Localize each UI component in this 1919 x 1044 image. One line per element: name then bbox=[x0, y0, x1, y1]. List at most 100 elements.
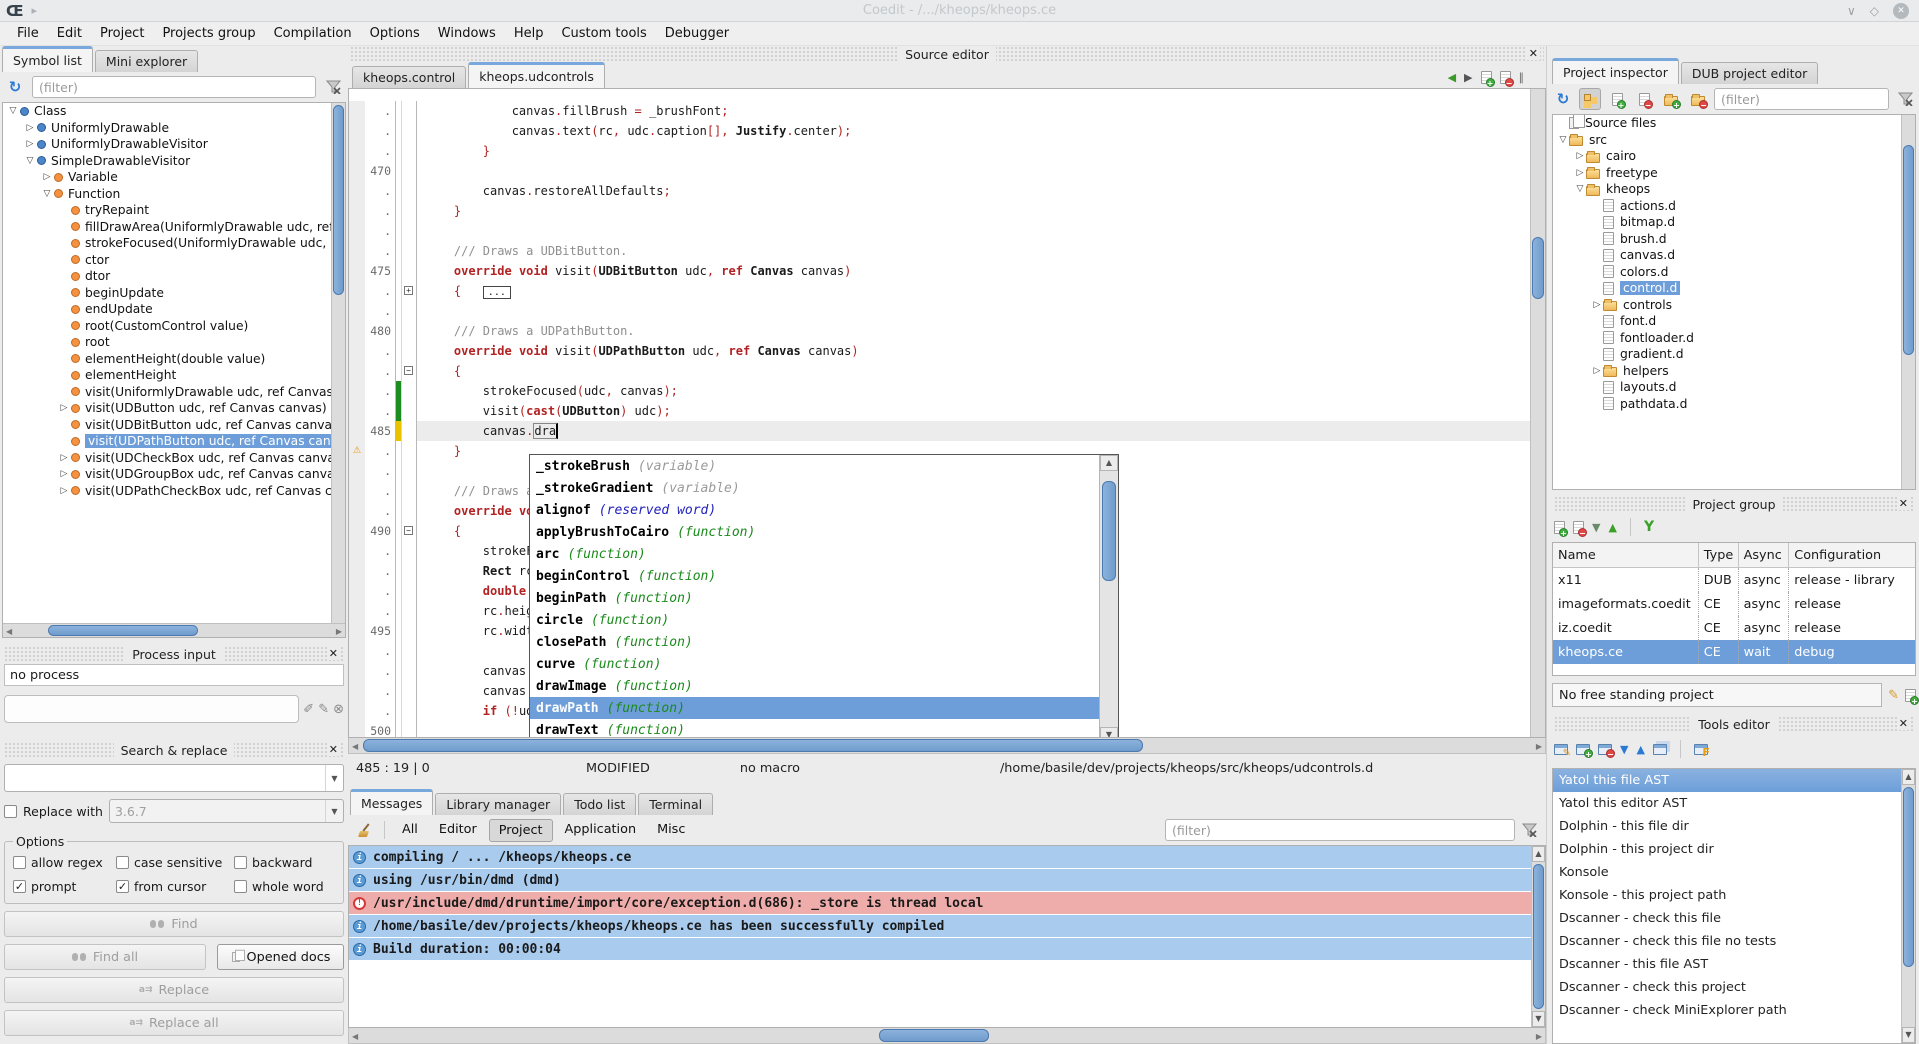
file-tree-row[interactable]: canvas.d bbox=[1553, 247, 1915, 264]
collapse-icon[interactable]: ▽ bbox=[1557, 135, 1569, 145]
search-input[interactable] bbox=[5, 765, 325, 791]
file-tree-row[interactable]: ▽src bbox=[1553, 132, 1915, 149]
completion-item[interactable]: applyBrushToCairo(function) bbox=[530, 521, 1099, 543]
symbol-tree-hscrollbar[interactable]: ◀▶ bbox=[3, 623, 345, 637]
replace-button[interactable]: a⇉Replace bbox=[4, 977, 344, 1003]
go-back-icon[interactable]: ◀ bbox=[1448, 71, 1456, 84]
symbol-tree-row[interactable]: elementHeight(double value) bbox=[3, 351, 345, 368]
clear-messages-filter-button[interactable] bbox=[1518, 819, 1540, 841]
project-filter-input[interactable] bbox=[1714, 88, 1889, 110]
symbol-filter-input[interactable] bbox=[32, 76, 316, 98]
option-backward[interactable]: backward bbox=[234, 855, 335, 870]
menu-windows[interactable]: Windows bbox=[429, 23, 505, 44]
expand-icon[interactable]: ▷ bbox=[24, 123, 36, 133]
symbol-tree-row[interactable]: fillDrawArea(UniformlyDrawable udc, ref … bbox=[3, 219, 345, 236]
checkbox-case-sensitive[interactable] bbox=[116, 856, 129, 869]
symbol-tree-row[interactable]: endUpdate bbox=[3, 301, 345, 318]
replace-input[interactable] bbox=[110, 800, 325, 822]
close-search-panel-icon[interactable]: ✕ bbox=[327, 743, 340, 756]
menu-compilation[interactable]: Compilation bbox=[265, 23, 361, 44]
move-tool-up-icon[interactable]: ▲ bbox=[1636, 743, 1644, 756]
file-tree-row[interactable]: ▽kheops bbox=[1553, 181, 1915, 198]
filter-project[interactable]: Project bbox=[489, 819, 553, 842]
move-tool-down-icon[interactable]: ▼ bbox=[1620, 743, 1628, 756]
maximize-icon[interactable]: ◇ bbox=[1870, 4, 1879, 18]
new-document-icon[interactable]: + bbox=[1481, 71, 1492, 84]
collapse-icon[interactable]: ▽ bbox=[24, 156, 36, 166]
menu-project[interactable]: Project bbox=[91, 23, 153, 44]
tool-item[interactable]: Konsole - this project path bbox=[1553, 884, 1915, 907]
expand-icon[interactable]: ▷ bbox=[58, 453, 70, 463]
messages-filter-input[interactable] bbox=[1165, 819, 1515, 841]
editor-vscrollbar[interactable] bbox=[1530, 89, 1545, 737]
symbol-tree-row[interactable]: strokeFocused(UniformlyDrawable udc, ref… bbox=[3, 235, 345, 252]
expand-icon[interactable]: ▷ bbox=[58, 469, 70, 479]
file-tree-row[interactable]: gradient.d bbox=[1553, 346, 1915, 363]
messages-list[interactable]: icompiling / ... /kheops/kheops.ceiusing… bbox=[348, 845, 1546, 1028]
remove-tool-icon[interactable]: − bbox=[1598, 744, 1612, 755]
project-row[interactable]: imageformats.coeditCEasyncrelease bbox=[1553, 592, 1915, 616]
editor-tab-kheops-control[interactable]: kheops.control bbox=[352, 66, 466, 88]
symbol-tree-row[interactable]: root(CustomControl value) bbox=[3, 318, 345, 335]
expand-icon[interactable]: ▷ bbox=[24, 139, 36, 149]
scroll-up-icon[interactable]: ▲ bbox=[1902, 769, 1915, 785]
file-tree-row[interactable]: ▷helpers bbox=[1553, 363, 1915, 380]
checkbox-from-cursor[interactable]: ✓ bbox=[116, 880, 129, 893]
expand-icon[interactable]: ▷ bbox=[1591, 366, 1603, 376]
menu-options[interactable]: Options bbox=[361, 23, 429, 44]
option-from-cursor[interactable]: ✓from cursor bbox=[116, 879, 234, 894]
symbol-tree-row[interactable]: visit(UniformlyDrawable udc, ref Canvas … bbox=[3, 384, 345, 401]
add-folder-button[interactable]: + bbox=[1660, 88, 1682, 110]
symbol-tree-row[interactable]: tryRepaint bbox=[3, 202, 345, 219]
scroll-down-icon[interactable]: ▼ bbox=[1532, 1011, 1545, 1027]
completion-item[interactable]: arc(function) bbox=[530, 543, 1099, 565]
remove-file-button[interactable]: − bbox=[1633, 88, 1655, 110]
expand-icon[interactable]: ▷ bbox=[58, 486, 70, 496]
edit-tool-icon[interactable]: ✎ bbox=[1554, 744, 1568, 755]
code-editor[interactable]: . canvas.fillBrush = _brushFont;. canvas… bbox=[348, 88, 1546, 738]
filter-editor[interactable]: Editor bbox=[430, 819, 486, 842]
project-row[interactable]: iz.coeditCEasyncrelease bbox=[1553, 616, 1915, 640]
file-tree-row[interactable]: layouts.d bbox=[1553, 379, 1915, 396]
menu-projects-group[interactable]: Projects group bbox=[153, 23, 264, 44]
menu-edit[interactable]: Edit bbox=[48, 23, 91, 44]
file-tree-row[interactable]: brush.d bbox=[1553, 231, 1915, 248]
tools-list[interactable]: Yatol this file ASTYatol this editor AST… bbox=[1552, 768, 1916, 1044]
symbol-tree-row[interactable]: ▽Function bbox=[3, 186, 345, 203]
tool-item[interactable]: Konsole bbox=[1553, 861, 1915, 884]
scroll-up-icon[interactable]: ▲ bbox=[1532, 846, 1545, 862]
add-file-button[interactable]: + bbox=[1606, 88, 1628, 110]
expand-icon[interactable]: ▷ bbox=[1574, 151, 1586, 161]
completion-item[interactable]: drawText(function) bbox=[530, 719, 1099, 738]
new-free-project-icon[interactable]: + bbox=[1905, 689, 1916, 702]
tool-item[interactable]: Dolphin - this project dir bbox=[1553, 838, 1915, 861]
fold-toggle-icon[interactable]: − bbox=[401, 361, 416, 381]
file-tree-row[interactable]: ▷controls bbox=[1553, 297, 1915, 314]
menu-custom-tools[interactable]: Custom tools bbox=[552, 23, 655, 44]
compile-group-icon[interactable]: Υ bbox=[1644, 519, 1654, 535]
completion-item[interactable]: closePath(function) bbox=[530, 631, 1099, 653]
project-row[interactable]: x11DUBasyncrelease - library bbox=[1553, 568, 1915, 592]
clear-messages-button[interactable] bbox=[354, 819, 376, 841]
search-dropdown-icon[interactable]: ▼ bbox=[325, 765, 343, 791]
collapse-icon[interactable]: ▽ bbox=[7, 106, 19, 116]
tab-symbol-list[interactable]: Symbol list bbox=[2, 46, 93, 72]
symbol-tree-row[interactable]: visit(UDBitButton udc, ref Canvas canvas… bbox=[3, 417, 345, 434]
message-row[interactable]: iusing /usr/bin/dmd (dmd) bbox=[349, 869, 1545, 891]
clear-symbol-filter-button[interactable] bbox=[322, 76, 344, 98]
symbol-tree-row[interactable]: elementHeight bbox=[3, 367, 345, 384]
file-tree-row[interactable]: ▷freetype bbox=[1553, 165, 1915, 182]
clear-project-filter-button[interactable] bbox=[1894, 88, 1916, 110]
expand-icon[interactable]: ▷ bbox=[1591, 300, 1603, 310]
file-tree-row[interactable]: colors.d bbox=[1553, 264, 1915, 281]
pen-icon[interactable]: ✎ bbox=[318, 702, 329, 717]
move-project-up-icon[interactable]: ▲ bbox=[1608, 521, 1616, 534]
completion-item[interactable]: alignof(reserved word) bbox=[530, 499, 1099, 521]
symbol-tree-row[interactable]: dtor bbox=[3, 268, 345, 285]
edit-project-icon[interactable]: ✎ bbox=[1888, 688, 1899, 703]
file-tree-row[interactable]: bitmap.d bbox=[1553, 214, 1915, 231]
file-tree-row[interactable]: control.d bbox=[1553, 280, 1915, 297]
close-tools-editor-icon[interactable]: ✕ bbox=[1897, 717, 1910, 730]
scroll-up-icon[interactable]: ▲ bbox=[1100, 455, 1118, 471]
go-forward-icon[interactable]: ▶ bbox=[1464, 71, 1472, 84]
